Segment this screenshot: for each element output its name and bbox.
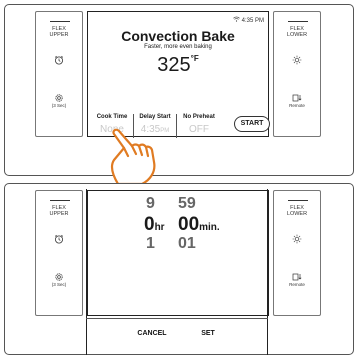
no-preheat-option[interactable]: No Preheat [179,114,219,120]
temperature-display[interactable]: 325°F [88,54,268,77]
right-side-controls: FLEX LOWER Remote [273,190,321,316]
display-screen: 4:35 PM Convection Bake Faster, more eve… [87,11,270,138]
cook-time-option[interactable]: Cook Time [94,114,130,120]
divider-line [50,21,70,22]
temperature-unit: °F [190,54,199,63]
minutes-above[interactable]: 59 [178,195,196,213]
start-button[interactable]: START [234,116,270,132]
hours-current[interactable]: 0hr [144,214,165,236]
flex-lower-line2: LOWER [286,211,308,217]
flex-upper-line2: UPPER [49,32,69,38]
delay-start-label: Delay Start [139,114,171,120]
option-divider [176,114,177,138]
no-preheat-value[interactable]: OFF [179,124,219,135]
divider-line [288,21,308,22]
flex-upper-button[interactable]: FLEX UPPER [36,205,82,217]
oven-control-panel-cook-time: FLEX UPPER (3 Sec) 9 59 0hr 00min. 1 01 … [4,183,354,355]
oven-light-icon[interactable] [274,52,320,70]
hours-below[interactable]: 1 [146,235,155,253]
flex-lower-button[interactable]: FLEX LOWER [274,26,320,38]
delay-start-ampm: PM [160,128,170,134]
oven-light-icon[interactable] [274,231,320,249]
cook-mode-subtitle: Faster, more even baking [144,44,212,50]
divider-line [50,200,70,201]
action-bar-divider [86,318,268,319]
hours-value: 0 [144,214,155,235]
left-side-controls: FLEX UPPER (3 Sec) [35,11,83,137]
hours-above[interactable]: 9 [146,195,155,213]
minutes-unit: min. [199,222,220,233]
pointing-hand-icon [104,128,160,188]
minutes-current[interactable]: 00min. [178,214,220,236]
delay-start-option[interactable]: Delay Start [136,114,174,120]
alarm-clock-icon[interactable] [36,231,82,249]
left-side-controls: FLEX UPPER (3 Sec) [35,190,83,316]
alarm-clock-icon[interactable] [36,52,82,70]
clock-time: 4:35 PM [241,18,264,24]
minutes-below[interactable]: 01 [178,235,196,253]
cook-mode-title: Convection Bake [121,28,235,44]
cook-time-label: Cook Time [96,114,128,120]
no-preheat-label: No Preheat [183,114,215,120]
display-screen: 9 59 0hr 00min. 1 01 [87,190,269,316]
flex-upper-button[interactable]: FLEX UPPER [36,26,82,38]
oven-control-panel-cook-mode: FLEX UPPER (3 Sec) 4:35 PM Convection Ba… [4,4,354,176]
flex-lower-button[interactable]: FLEX LOWER [274,205,320,217]
divider-line [288,200,308,201]
wifi-icon [233,16,242,24]
minutes-value: 00 [178,214,200,235]
hours-unit: hr [154,222,165,233]
right-side-controls: FLEX LOWER Remote [273,11,321,137]
cancel-button[interactable]: CANCEL [132,330,172,337]
remote-label: Remote [289,282,305,287]
remote-label: Remote [289,103,305,108]
set-button[interactable]: SET [194,330,222,337]
flex-lower-line2: LOWER [286,32,308,38]
temperature-value: 325 [157,54,191,76]
lock-duration-label: (3 Sec) [51,103,67,108]
lock-duration-label: (3 Sec) [51,282,67,287]
status-bar: 4:35 PM [233,16,264,24]
flex-upper-line2: UPPER [49,211,69,217]
